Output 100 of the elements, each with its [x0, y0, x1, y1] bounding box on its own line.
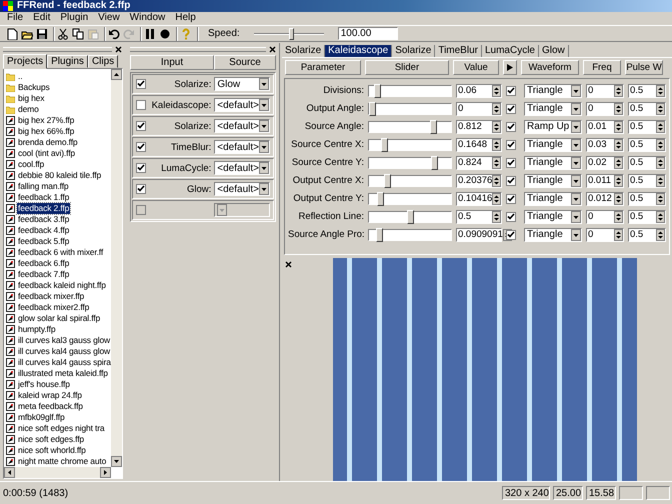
- number-field[interactable]: 0: [456, 102, 502, 116]
- number-field[interactable]: 0.1648: [456, 138, 502, 152]
- column-header[interactable]: Parameter: [285, 60, 361, 76]
- menu-item[interactable]: Help: [170, 12, 201, 24]
- checkbox[interactable]: [136, 184, 146, 194]
- scroll-down-icon[interactable]: [111, 456, 122, 468]
- file-name[interactable]: feedback 2.ffp: [17, 203, 70, 214]
- spinner-arrows-icon[interactable]: [656, 84, 665, 97]
- tab[interactable]: Plugins: [47, 55, 88, 68]
- number-field[interactable]: 0.5: [628, 174, 666, 188]
- number-field[interactable]: 0: [586, 228, 624, 242]
- waveform-dropdown[interactable]: Triangle: [524, 210, 582, 224]
- spinner-arrows-icon[interactable]: [492, 192, 502, 205]
- checkbox[interactable]: [506, 122, 516, 132]
- number-field[interactable]: 0.011: [586, 174, 624, 188]
- number-field[interactable]: 0.03: [586, 138, 624, 152]
- spinner-arrows-icon[interactable]: [656, 228, 665, 241]
- spinner-arrows-icon[interactable]: [614, 102, 623, 115]
- source-dropdown[interactable]: <default>: [214, 98, 270, 112]
- checkbox[interactable]: [506, 194, 516, 204]
- number-field[interactable]: 0.012: [586, 192, 624, 206]
- slider-thumb[interactable]: [376, 192, 384, 206]
- checkbox[interactable]: [136, 79, 146, 90]
- scroll-right-icon[interactable]: [100, 467, 111, 478]
- spinner-arrows-icon[interactable]: [656, 174, 665, 187]
- close-icon[interactable]: [115, 46, 122, 53]
- checkbox[interactable]: [506, 86, 516, 96]
- file-name[interactable]: mfbk09glf.ffp: [17, 412, 66, 424]
- file-name[interactable]: Backups: [17, 82, 51, 94]
- slider-thumb[interactable]: [384, 174, 392, 188]
- file-name[interactable]: feedback mixer2.ffp: [17, 302, 90, 314]
- file-name[interactable]: feedback 5.ffp: [17, 236, 70, 248]
- file-name[interactable]: glow solar kal spiral.ffp: [17, 313, 102, 324]
- file-name[interactable]: cool.ffp: [17, 159, 46, 170]
- number-field[interactable]: 0.5: [628, 228, 666, 242]
- number-field[interactable]: 0: [586, 102, 624, 116]
- slider-thumb[interactable]: [288, 28, 294, 40]
- menu-item[interactable]: Window: [124, 12, 170, 24]
- slider-track[interactable]: [368, 210, 452, 223]
- file-name[interactable]: humpty.ffp: [17, 324, 56, 336]
- number-field[interactable]: 0.01: [586, 120, 624, 134]
- file-name[interactable]: kaleid wrap 24.ffp: [17, 390, 83, 402]
- file-name[interactable]: big hex: [17, 93, 46, 104]
- slider-thumb[interactable]: [430, 120, 437, 134]
- undo-arrow-icon[interactable]: [108, 28, 120, 40]
- source-dropdown[interactable]: <default>: [214, 140, 270, 154]
- menu-item[interactable]: File: [2, 12, 28, 24]
- file-name[interactable]: falling man.ffp: [17, 181, 70, 192]
- number-field[interactable]: 0.5: [628, 210, 666, 224]
- column-header[interactable]: Source: [214, 55, 276, 70]
- checkbox[interactable]: [506, 176, 516, 186]
- file-name[interactable]: feedback 1.ffp: [17, 192, 70, 204]
- file-name[interactable]: ill curves kal3 gauss glow: [17, 335, 111, 346]
- scroll-left-icon[interactable]: [4, 467, 15, 478]
- checkbox[interactable]: [136, 121, 146, 132]
- file-name[interactable]: ill curves kal4 gauss glow: [17, 346, 111, 358]
- vertical-scrollbar[interactable]: [111, 69, 122, 468]
- source-dropdown[interactable]: <default>: [214, 119, 270, 134]
- file-name[interactable]: debbie 80 kaleid tile.ffp: [17, 170, 102, 182]
- waveform-dropdown[interactable]: Triangle: [524, 84, 582, 98]
- spinner-arrows-icon[interactable]: [492, 120, 501, 133]
- slider-track[interactable]: [368, 228, 452, 241]
- column-header[interactable]: Slider: [365, 60, 449, 76]
- waveform-dropdown[interactable]: Triangle: [524, 192, 582, 206]
- spinner-arrows-icon[interactable]: [614, 138, 623, 151]
- checkbox[interactable]: [136, 142, 146, 152]
- spinner-arrows-icon[interactable]: [656, 210, 665, 223]
- play-icon[interactable]: [507, 64, 513, 72]
- file-name[interactable]: brenda demo.ffp: [17, 137, 78, 148]
- file-name[interactable]: feedback 7.ffp: [17, 269, 70, 280]
- number-field[interactable]: 0: [586, 84, 624, 98]
- slider-thumb[interactable]: [376, 228, 383, 242]
- number-field[interactable]: 0.5: [628, 192, 666, 206]
- file-name[interactable]: demo: [17, 104, 40, 116]
- spinner-arrows-icon[interactable]: [656, 192, 665, 205]
- file-name[interactable]: feedback 6 with mixer.ff: [17, 247, 104, 258]
- number-field[interactable]: 0.02: [586, 156, 624, 170]
- number-field[interactable]: 0.812: [456, 120, 502, 134]
- number-field[interactable]: 0.5: [628, 84, 666, 98]
- record-dot-icon[interactable]: [159, 28, 171, 40]
- file-name[interactable]: nice soft edges.ffp: [17, 434, 85, 446]
- slider-track[interactable]: [368, 120, 452, 133]
- file-name[interactable]: ..: [17, 71, 24, 82]
- checkbox[interactable]: [136, 100, 146, 110]
- file-name[interactable]: illustrated meta kaleid.ffp: [17, 368, 109, 380]
- spinner-arrows-icon[interactable]: [614, 156, 623, 169]
- spinner-arrows-icon[interactable]: [492, 210, 501, 223]
- close-icon[interactable]: [285, 261, 292, 268]
- checkbox[interactable]: [506, 158, 516, 168]
- source-dropdown[interactable]: <default>: [214, 161, 270, 176]
- checkbox[interactable]: [506, 104, 516, 114]
- number-field[interactable]: 0: [586, 210, 624, 224]
- number-field[interactable]: 0.10416: [456, 192, 502, 206]
- spinner-arrows-icon[interactable]: [656, 156, 665, 169]
- tab[interactable]: Projects: [3, 54, 48, 70]
- number-field[interactable]: 0.5: [628, 102, 666, 116]
- column-header[interactable]: Freq: [583, 60, 621, 76]
- pause-icon[interactable]: [144, 28, 156, 40]
- waveform-dropdown[interactable]: Triangle: [524, 138, 582, 152]
- spinner-arrows-icon[interactable]: [492, 138, 501, 151]
